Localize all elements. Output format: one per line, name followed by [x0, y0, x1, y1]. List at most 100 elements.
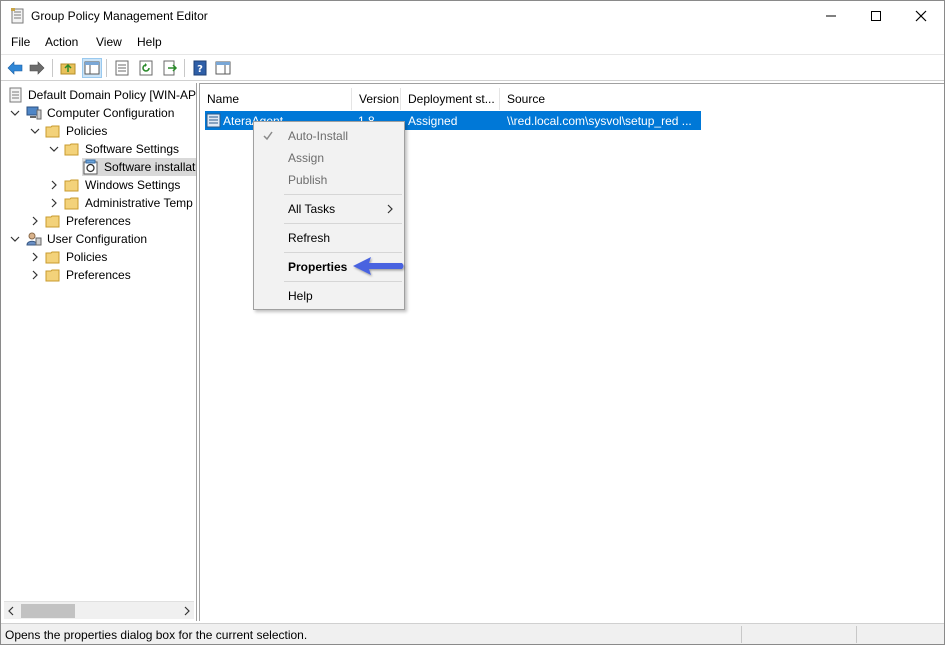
menu-item-label: Refresh — [288, 231, 331, 245]
column-label: Deployment st... — [408, 92, 495, 106]
maximize-button[interactable] — [853, 1, 899, 31]
tree-item-computer-configuration[interactable]: Computer Configuration — [2, 104, 196, 122]
menu-item-label: Help — [288, 289, 313, 303]
export-list-button[interactable] — [160, 58, 180, 78]
console-tree-icon — [84, 61, 100, 75]
chevron-down-icon[interactable] — [30, 125, 40, 137]
menu-item-help[interactable]: Help — [254, 285, 404, 307]
menu-item-auto-install[interactable]: Auto-Install — [254, 125, 404, 147]
tree-item-uc-policies[interactable]: Policies — [2, 248, 196, 266]
tree-item-policies[interactable]: Policies — [2, 122, 196, 140]
chevron-right-icon[interactable] — [30, 269, 40, 281]
up-level-button[interactable] — [58, 58, 78, 78]
menu-item-label: Assign — [288, 151, 325, 165]
annotation-arrow-icon — [353, 257, 404, 275]
tree-item-cc-preferences[interactable]: Preferences — [2, 212, 196, 230]
tree-item-administrative-templates[interactable]: Administrative Temp — [2, 194, 196, 212]
menu-action[interactable]: Action — [45, 35, 78, 49]
forward-button[interactable] — [27, 58, 47, 78]
checkmark-icon — [263, 131, 273, 141]
chevron-down-icon[interactable] — [10, 233, 20, 245]
title-bar[interactable]: Group Policy Management Editor — [1, 1, 944, 32]
toolbar: ? — [1, 54, 944, 81]
user-icon — [26, 232, 42, 246]
menu-item-label: Auto-Install — [288, 129, 349, 143]
status-text: Opens the properties dialog box for the … — [5, 628, 308, 642]
window-title: Group Policy Management Editor — [31, 9, 208, 23]
column-header-name[interactable]: ⌃ Name — [200, 88, 352, 110]
minimize-icon — [826, 15, 836, 17]
tree-item-windows-settings[interactable]: Windows Settings — [2, 176, 196, 194]
menu-item-label: All Tasks — [288, 202, 336, 216]
menu-help[interactable]: Help — [137, 35, 162, 49]
scroll-left-icon[interactable] — [7, 606, 15, 616]
main-window: Group Policy Management Editor File Acti… — [0, 0, 945, 645]
submenu-arrow-icon — [387, 204, 393, 214]
tree-horizontal-scrollbar[interactable] — [4, 601, 194, 619]
tree-label: Preferences — [66, 268, 131, 282]
menu-item-assign[interactable]: Assign — [254, 147, 404, 169]
scroll-right-icon[interactable] — [183, 606, 191, 616]
menu-view[interactable]: View — [96, 35, 122, 49]
tree-label: Software Settings — [85, 142, 180, 156]
folder-icon — [64, 179, 79, 192]
refresh-button[interactable] — [136, 58, 156, 78]
column-header-version[interactable]: Version — [352, 88, 401, 110]
menu-item-refresh[interactable]: Refresh — [254, 227, 404, 249]
cell-source: \\red.local.com\sysvol\setup_red ... — [507, 114, 692, 128]
chevron-right-icon[interactable] — [49, 179, 59, 191]
folder-icon — [64, 197, 79, 210]
status-separator — [856, 626, 857, 643]
policy-editor-icon — [11, 8, 24, 24]
scrollbar-thumb[interactable] — [21, 604, 75, 618]
chevron-right-icon[interactable] — [30, 251, 40, 263]
back-button[interactable] — [5, 58, 25, 78]
tree-label: Policies — [66, 250, 108, 264]
chevron-right-icon[interactable] — [49, 197, 59, 209]
chevron-down-icon[interactable] — [49, 143, 59, 155]
toolbar-separator — [52, 59, 53, 77]
computer-icon — [26, 106, 42, 120]
export-icon — [163, 60, 178, 76]
menu-item-publish[interactable]: Publish — [254, 169, 404, 191]
column-label: Source — [507, 92, 546, 106]
column-label: Version — [359, 92, 400, 106]
close-icon — [915, 10, 927, 22]
action-pane-icon — [215, 61, 231, 75]
tree-label: Windows Settings — [85, 178, 181, 192]
chevron-down-icon[interactable] — [10, 107, 20, 119]
tree-label: Preferences — [66, 214, 131, 228]
tree-label: Default Domain Policy [WIN-AP — [28, 88, 197, 102]
close-button[interactable] — [898, 1, 944, 31]
help-toolbar-button[interactable]: ? — [190, 58, 210, 78]
chevron-right-icon[interactable] — [30, 215, 40, 227]
column-header-deployment-state[interactable]: Deployment st... — [401, 88, 500, 110]
show-hide-action-pane-button[interactable] — [213, 58, 233, 78]
show-hide-tree-button[interactable] — [82, 58, 102, 78]
cell-deployment: Assigned — [408, 114, 458, 128]
menu-separator — [284, 252, 402, 253]
refresh-icon — [139, 60, 153, 76]
software-installation-icon — [83, 159, 98, 175]
minimize-button[interactable] — [808, 1, 854, 31]
folder-icon — [45, 215, 60, 228]
tree-item-root[interactable]: Default Domain Policy [WIN-AP — [2, 86, 197, 104]
tree-item-uc-preferences[interactable]: Preferences — [2, 266, 196, 284]
menu-separator — [284, 223, 402, 224]
folder-icon — [45, 125, 60, 138]
folder-icon — [64, 143, 79, 156]
tree-item-software-settings[interactable]: Software Settings — [2, 140, 196, 158]
sort-up-icon: ⌃ — [272, 88, 281, 95]
maximize-icon — [871, 11, 881, 21]
tree-item-software-installation[interactable]: Software installat — [82, 158, 196, 176]
context-menu: Auto-Install Assign Publish All Tasks Re… — [253, 121, 405, 310]
column-header-source[interactable]: Source — [500, 88, 700, 110]
policy-document-icon — [9, 87, 22, 103]
menu-file[interactable]: File — [11, 35, 30, 49]
back-arrow-icon — [7, 61, 23, 75]
menu-item-all-tasks[interactable]: All Tasks — [254, 198, 404, 220]
console-tree[interactable]: Default Domain Policy [WIN-AP Computer C… — [1, 83, 197, 621]
properties-toolbar-button[interactable] — [112, 58, 132, 78]
tree-item-user-configuration[interactable]: User Configuration — [2, 230, 196, 248]
tree-label: Computer Configuration — [47, 106, 175, 120]
